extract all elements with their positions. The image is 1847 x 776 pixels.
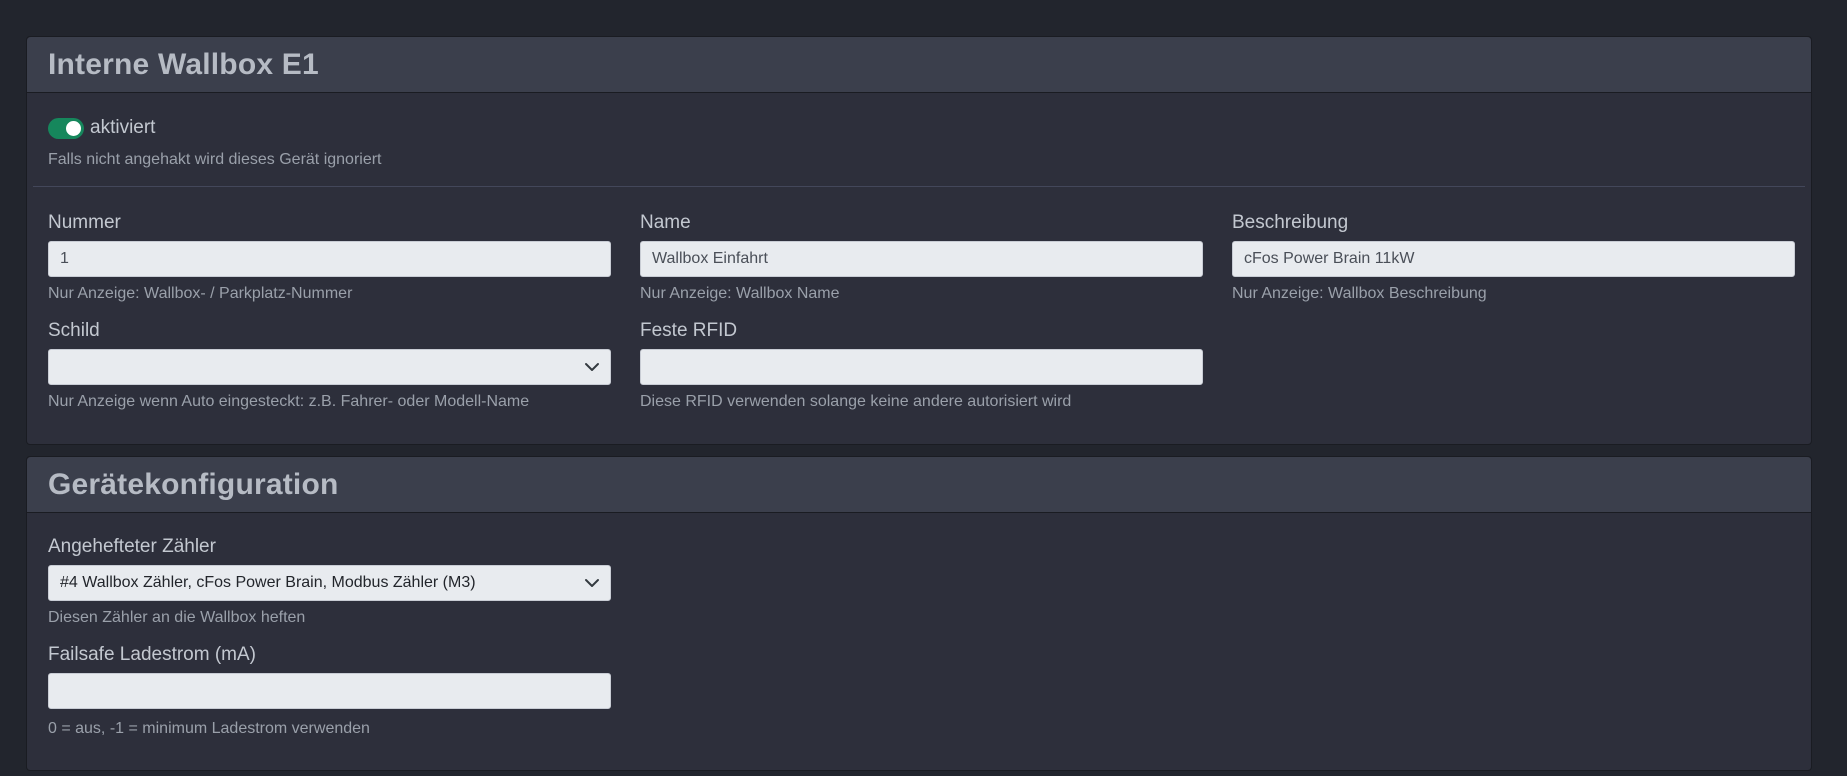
beschreibung-label: Beschreibung (1232, 212, 1349, 233)
beschreibung-field-group: Beschreibung cFos Power Brain 11kW Nur A… (1232, 211, 1795, 303)
name-input[interactable]: Wallbox Einfahrt (640, 241, 1203, 277)
activation-toggle-label[interactable]: aktiviert (90, 117, 155, 139)
schild-help-text: Nur Anzeige wenn Auto eingesteckt: z.B. … (48, 393, 530, 410)
rfid-label: Feste RFID (640, 320, 738, 341)
schild-field-group: Schild Nur Anzeige wenn Auto eingesteckt… (48, 319, 611, 411)
failsafe-label: Failsafe Ladestrom (mA) (48, 644, 257, 665)
zaehler-field-group: Angehefteter Zähler #4 Wallbox Zähler, c… (48, 535, 611, 627)
nummer-field-group: Nummer 1 Nur Anzeige: Wallbox- / Parkpla… (48, 211, 611, 303)
zaehler-select-value: #4 Wallbox Zähler, cFos Power Brain, Mod… (60, 574, 476, 591)
rfid-help-text: Diese RFID verwenden solange keine ander… (640, 393, 1072, 410)
nummer-label: Nummer (48, 212, 121, 233)
failsafe-field-group: Failsafe Ladestrom (mA) 0 = aus, -1 = mi… (48, 643, 611, 738)
name-help-text: Nur Anzeige: Wallbox Name (640, 285, 840, 302)
activation-help-text: Falls nicht angehakt wird dieses Gerät i… (48, 151, 382, 168)
nummer-input[interactable]: 1 (48, 241, 611, 277)
chevron-down-icon (585, 579, 599, 587)
zaehler-label: Angehefteter Zähler (48, 536, 216, 557)
wallbox-card: Interne Wallbox E1 aktiviert Falls nicht… (26, 36, 1812, 445)
toggle-knob (66, 120, 81, 136)
beschreibung-help-text: Nur Anzeige: Wallbox Beschreibung (1232, 285, 1487, 302)
schild-select[interactable] (48, 349, 611, 385)
name-field-group: Name Wallbox Einfahrt Nur Anzeige: Wallb… (640, 211, 1203, 303)
zaehler-select[interactable]: #4 Wallbox Zähler, cFos Power Brain, Mod… (48, 565, 611, 601)
device-config-card-header: Gerätekonfiguration (27, 457, 1811, 513)
zaehler-help-text: Diesen Zähler an die Wallbox heften (48, 609, 306, 626)
schild-label: Schild (48, 320, 100, 341)
rfid-field-group: Feste RFID Diese RFID verwenden solange … (640, 319, 1203, 411)
wallbox-card-title: Interne Wallbox E1 (48, 47, 319, 81)
chevron-down-icon (585, 363, 599, 371)
activation-toggle-row: aktiviert (48, 117, 155, 139)
failsafe-help-text: 0 = aus, -1 = minimum Ladestrom verwende… (48, 720, 370, 737)
device-config-card: Gerätekonfiguration Angehefteter Zähler … (26, 456, 1812, 771)
activation-toggle[interactable] (48, 117, 84, 139)
device-config-card-title: Gerätekonfiguration (48, 467, 339, 501)
failsafe-input[interactable] (48, 673, 611, 709)
beschreibung-input[interactable]: cFos Power Brain 11kW (1232, 241, 1795, 277)
rfid-input[interactable] (640, 349, 1203, 385)
nummer-help-text: Nur Anzeige: Wallbox- / Parkplatz-Nummer (48, 285, 353, 302)
section-divider (33, 186, 1805, 187)
name-label: Name (640, 212, 691, 233)
wallbox-card-header: Interne Wallbox E1 (27, 37, 1811, 93)
